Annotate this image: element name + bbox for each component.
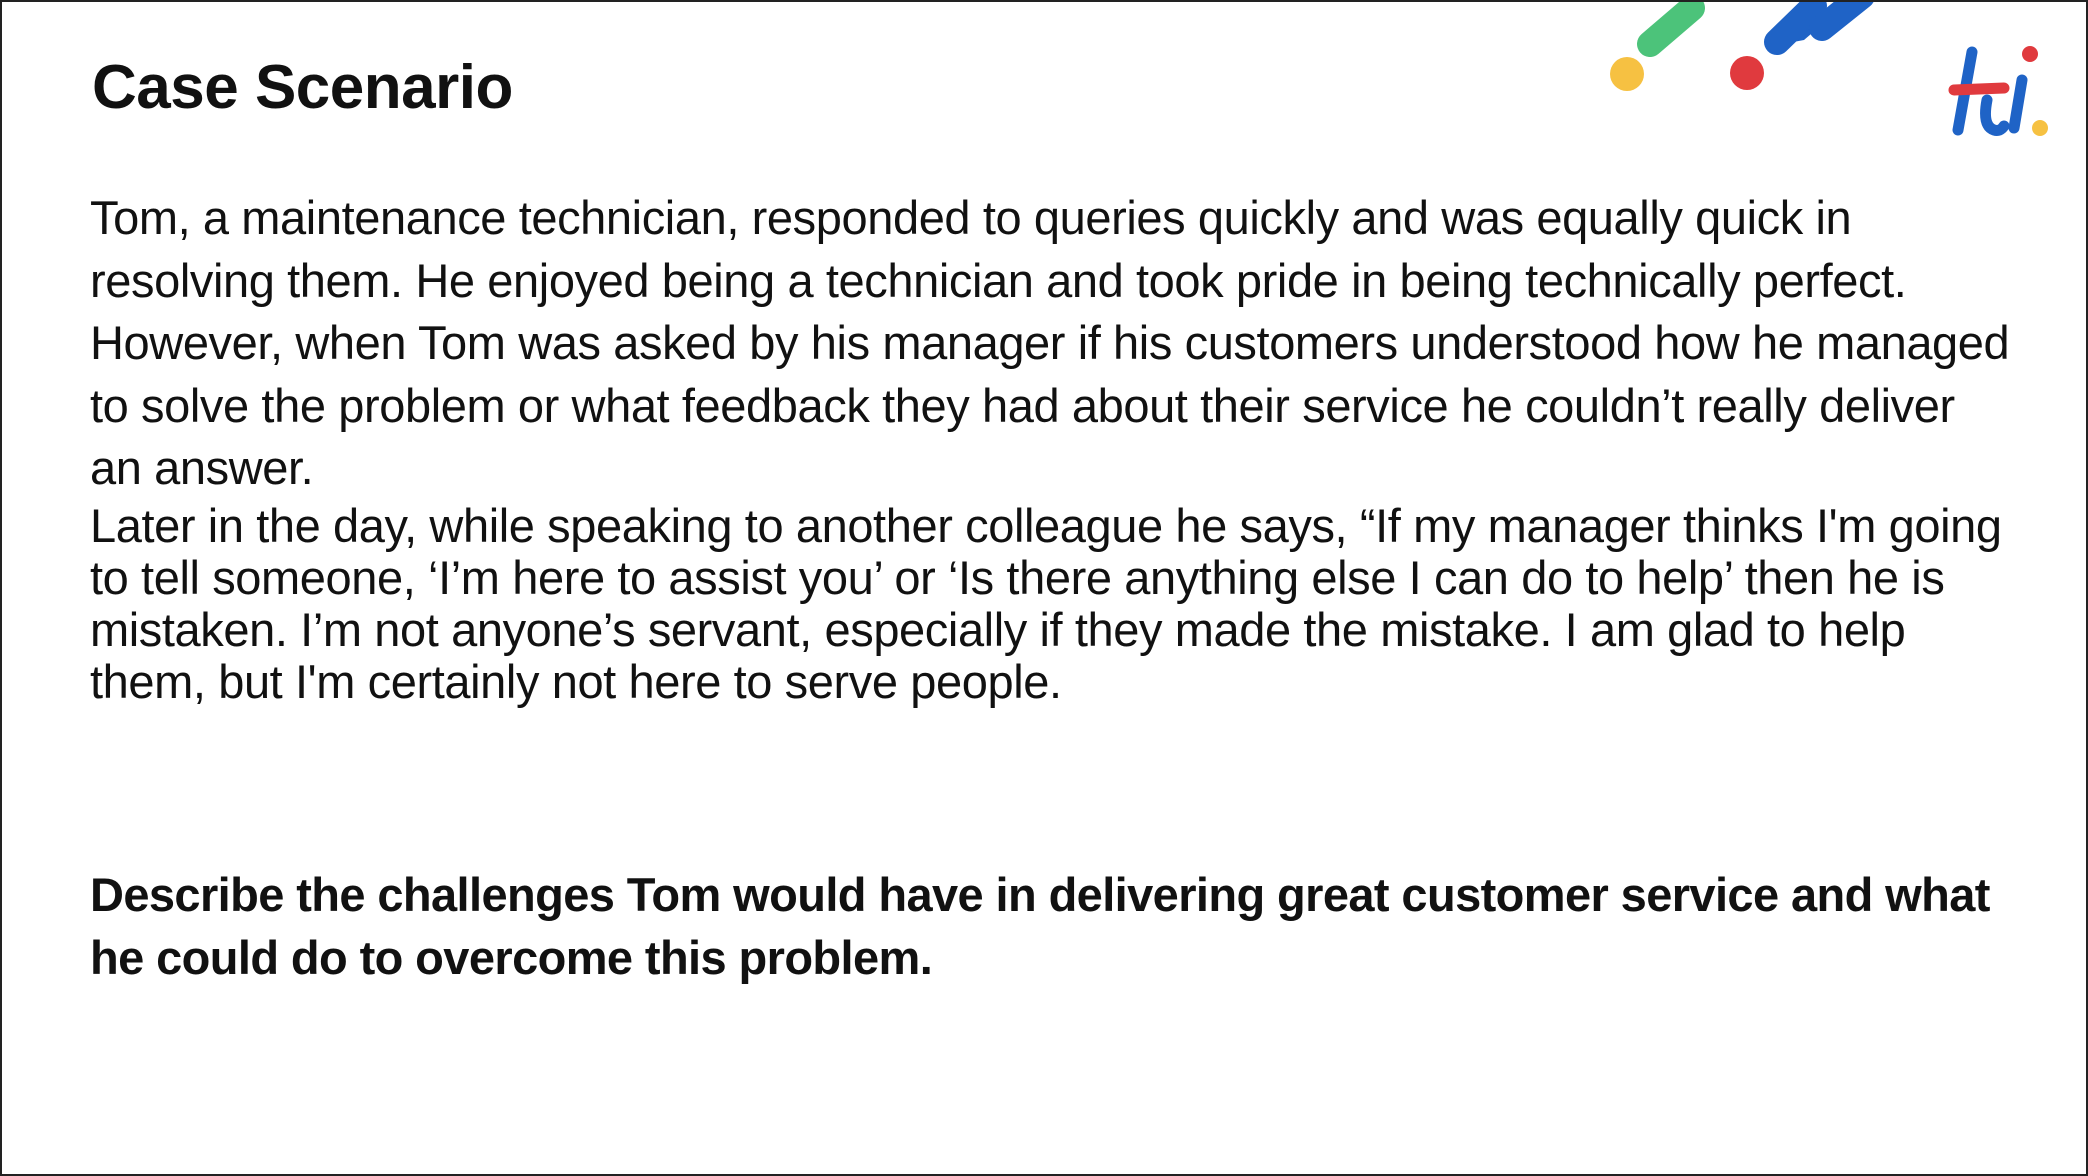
colored-stripes-decoration-icon [1610,2,1874,91]
scenario-paragraph-1: Tom, a maintenance technician, responded… [90,191,2010,494]
discussion-question: Describe the challenges Tom would have i… [90,868,1990,984]
scenario-paragraph-2: Later in the day, while speaking to anot… [90,498,2002,708]
slide-title: Case Scenario [92,53,513,122]
hi-logo-icon [1948,46,2048,136]
slide: Case Scenario Tom, a maintenance technic… [0,0,2088,1176]
scenario-text: Tom, a maintenance technician, responded… [90,187,2010,708]
